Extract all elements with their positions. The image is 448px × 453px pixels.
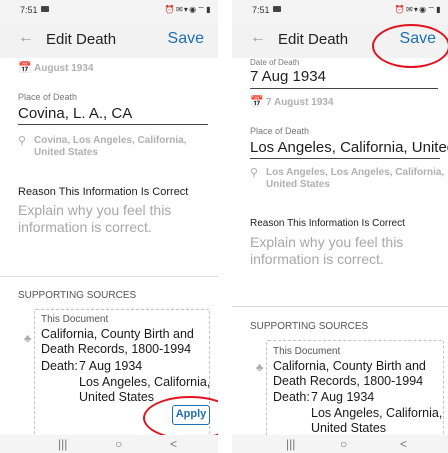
sources-header: SUPPORTING SOURCES <box>18 290 137 301</box>
location-pin-icon: ⚲ <box>18 135 27 147</box>
nav-bar: ||| ○ < <box>232 435 448 453</box>
page-title: Edit Death <box>46 31 117 48</box>
tree-icon: ♣ <box>24 333 32 345</box>
divider <box>232 306 448 307</box>
status-bar: 7:51 ⏰ ✉ ▾ ◉ ⌔ ▮ <box>232 0 448 22</box>
place-input[interactable]: Los Angeles, California, United <box>250 139 448 156</box>
back-arrow-icon[interactable]: ← <box>18 29 34 47</box>
source-death-date: 7 Aug 1934 <box>79 359 143 373</box>
back-nav-icon[interactable]: < <box>400 437 407 451</box>
source-death-label: Death: <box>273 390 310 404</box>
location-pin-icon: ⚲ <box>250 167 259 179</box>
nav-bar: ||| ○ < <box>0 435 218 453</box>
status-time: 7:51 <box>252 5 270 15</box>
calendar-icon: 📅 <box>18 62 32 74</box>
calendar-icon: 📅 <box>250 96 264 108</box>
message-icon <box>41 6 49 12</box>
source-doc-label: This Document <box>273 346 341 357</box>
place-standardized: Covina, Los Angeles, California, United … <box>34 135 187 158</box>
source-title: California, County Birth and Death Recor… <box>273 359 426 388</box>
sources-header: SUPPORTING SOURCES <box>250 321 369 332</box>
back-arrow-icon[interactable]: ← <box>250 29 266 47</box>
reason-label: Reason This Information Is Correct <box>18 186 189 198</box>
recents-icon[interactable]: ||| <box>58 437 67 451</box>
place-input[interactable]: Covina, L. A., CA <box>18 105 132 122</box>
back-nav-icon[interactable]: < <box>170 437 177 451</box>
date-standardized: 7 August 1934 <box>266 97 334 108</box>
divider <box>0 276 218 277</box>
reason-input[interactable]: Explain why you feel this information is… <box>250 234 426 268</box>
status-time: 7:51 <box>20 5 38 15</box>
system-icons: ⏰ ✉ ▾ ◉ ⌔ ▮ <box>164 5 211 14</box>
source-doc-label: This Document <box>41 314 109 325</box>
source-title: California, County Birth and Death Recor… <box>41 327 194 356</box>
page-title: Edit Death <box>278 31 349 48</box>
source-death-label: Death: <box>41 359 78 373</box>
annotation-circle-save <box>372 24 448 68</box>
right-screen: 7:51 ⏰ ✉ ▾ ◉ ⌔ ▮ ← Edit Death Save Date … <box>232 0 448 453</box>
status-bar: 7:51 ⏰ ✉ ▾ ◉ ⌔ ▮ <box>0 0 218 22</box>
tree-icon: ♣ <box>256 362 264 374</box>
reason-label: Reason This Information Is Correct <box>250 218 405 229</box>
left-screen: 7:51 ⏰ ✉ ▾ ◉ ⌔ ▮ ← Edit Death Save 📅 Aug… <box>0 0 218 453</box>
place-label: Place of Death <box>18 92 78 102</box>
home-icon[interactable]: ○ <box>340 437 347 451</box>
source-death-place: Los Angeles, California, United States <box>311 406 443 435</box>
place-underline <box>18 124 208 125</box>
place-label: Place of Death <box>250 126 310 136</box>
reason-input[interactable]: Explain why you feel this information is… <box>18 202 198 236</box>
source-death-date: 7 Aug 1934 <box>311 390 375 404</box>
place-underline <box>250 158 440 159</box>
home-icon[interactable]: ○ <box>115 437 122 451</box>
date-label: Date of Death <box>250 58 300 67</box>
app-bar: ← Edit Death Save <box>0 22 218 58</box>
place-standardized: Los Angeles, Los Angeles, California, Un… <box>266 167 445 190</box>
date-standardized: August 1934 <box>34 63 94 74</box>
date-input[interactable]: 7 Aug 1934 <box>250 68 326 85</box>
save-button[interactable]: Save <box>168 30 204 48</box>
message-icon <box>273 6 281 12</box>
recents-icon[interactable]: ||| <box>286 437 295 451</box>
system-icons: ⏰ ✉ ▾ ◉ ⌔ ▮ <box>394 5 441 14</box>
date-underline <box>250 88 438 89</box>
